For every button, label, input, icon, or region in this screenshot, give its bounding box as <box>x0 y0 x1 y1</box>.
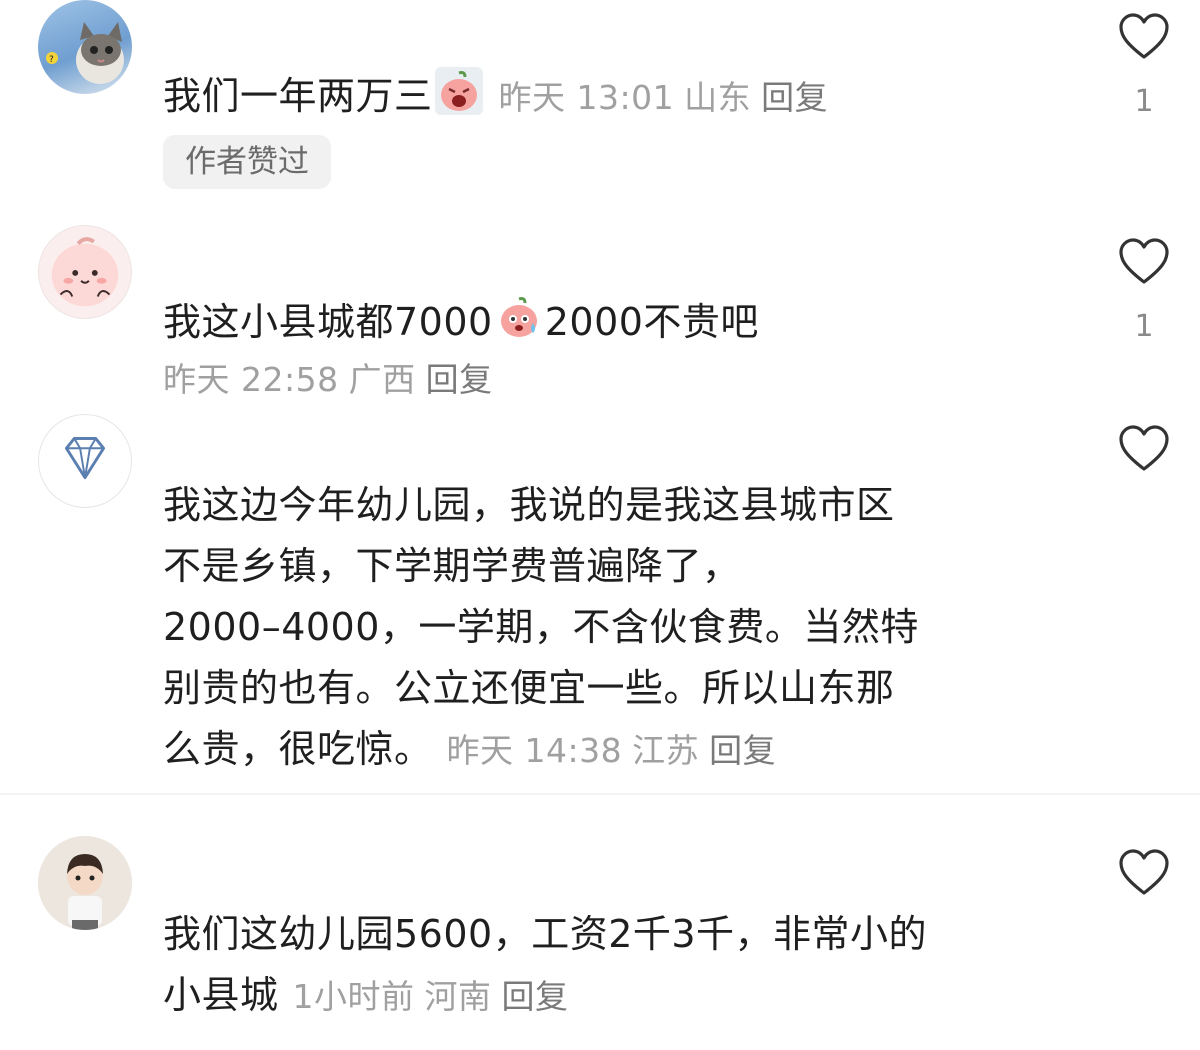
comment-text-tail: 小县城 <box>163 973 279 1017</box>
comment-text-line: 我们这幼儿园5600，工资2千3千，非常小的 <box>163 912 928 956</box>
comment-meta: 昨天 13:01 山东 回复 <box>499 78 839 117</box>
comment-text: 我们一年两万三 <box>163 74 433 118</box>
diamond-icon <box>64 437 106 480</box>
comment-time: 昨天 14:38 <box>446 731 623 770</box>
reply-button[interactable]: 回复 <box>502 977 569 1016</box>
heart-icon[interactable] <box>1117 237 1171 287</box>
comment-text-continued: 2000不贵吧 <box>544 300 759 344</box>
like-count: 1 <box>1134 84 1154 119</box>
comment-text-line-last: 么贵，很吃惊。 昨天 14:38 江苏 回复 <box>163 719 1043 781</box>
comment-body: 我们这幼儿园5600，工资2千3千，非常小的 小县城 1小时前 河南 回复 <box>163 904 1043 1027</box>
crying-peach-emoji-icon <box>434 67 483 115</box>
comment-meta: 1小时前 河南 回复 <box>293 977 579 1016</box>
comment-body: 我们一年两万三 昨天 13:01 山东 回复 <box>163 66 1043 128</box>
comment-location: 广西 <box>348 360 416 399</box>
comment-item: 我这边今年幼儿园，我说的是我这县城市区 不是乡镇，下学期学费普遍降了， 2000… <box>0 412 1200 784</box>
comment-text-line: 2000–4000，一学期，不含伙食费。当然特 <box>163 605 919 649</box>
comment-text-line: 别贵的也有。公立还便宜一些。所以山东那 <box>163 666 895 710</box>
divider <box>0 793 1200 795</box>
avatar[interactable] <box>38 225 132 319</box>
like-count: 1 <box>1134 309 1154 344</box>
peach-cartoon-icon <box>51 237 119 307</box>
avatar[interactable] <box>38 836 132 930</box>
comment-item: 我们这幼儿园5600，工资2千3千，非常小的 小县城 1小时前 河南 回复 <box>0 836 1200 1036</box>
comment-text-line: 不是乡镇，下学期学费普遍降了， <box>163 544 741 588</box>
reply-button[interactable]: 回复 <box>426 360 493 399</box>
comment-meta: 昨天 14:38 江苏 回复 <box>447 731 787 770</box>
comment-text: 我这小县城都7000 <box>163 300 493 344</box>
comment-body: 我这小县城都7000 2000不贵吧 <box>163 292 1043 352</box>
avatar[interactable] <box>38 414 132 508</box>
author-liked-badge: 作者赞过 <box>163 135 331 189</box>
sweating-peach-emoji-icon <box>500 297 537 337</box>
comment-item: ? 我们一年两万三 昨天 13:01 山东 回复 作者赞过 1 <box>0 0 1200 205</box>
like-control: 1 <box>1116 12 1172 122</box>
comment-text-line-last: 小县城 1小时前 河南 回复 <box>163 965 1043 1027</box>
child-photo-icon <box>38 836 132 930</box>
comment-time: 昨天 13:01 <box>498 78 675 117</box>
heart-icon[interactable] <box>1117 848 1171 898</box>
svg-text:?: ? <box>49 55 54 65</box>
like-control <box>1116 848 1172 898</box>
reply-button[interactable]: 回复 <box>761 78 828 117</box>
comment-item: 我这小县城都7000 2000不贵吧 昨天 22:58 广西 回复 1 <box>0 225 1200 405</box>
like-control <box>1116 424 1172 474</box>
comment-location: 河南 <box>424 977 492 1016</box>
comment-location: 山东 <box>684 78 752 117</box>
comment-text-tail: 么贵，很吃惊。 <box>163 727 433 771</box>
heart-icon[interactable] <box>1117 12 1171 62</box>
heart-icon[interactable] <box>1117 424 1171 474</box>
comment-text-line: 我这边今年幼儿园，我说的是我这县城市区 <box>163 483 895 527</box>
avatar[interactable]: ? <box>38 0 132 94</box>
comment-time: 1小时前 <box>292 977 415 1016</box>
cat-photo-icon: ? <box>46 22 124 84</box>
comment-body: 我这边今年幼儿园，我说的是我这县城市区 不是乡镇，下学期学费普遍降了， 2000… <box>163 475 1043 781</box>
comment-location: 江苏 <box>632 731 700 770</box>
comment-time: 昨天 22:58 <box>163 360 339 399</box>
reply-button[interactable]: 回复 <box>709 731 776 770</box>
like-control: 1 <box>1116 237 1172 347</box>
comment-meta: 昨天 22:58 广西 回复 <box>163 350 1043 410</box>
